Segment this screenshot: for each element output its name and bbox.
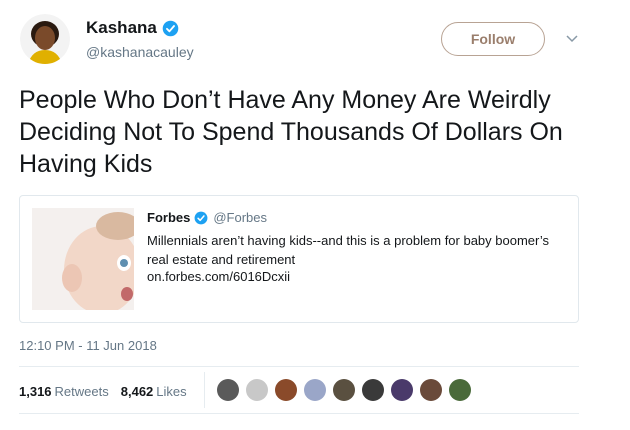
- liker-avatars: [217, 379, 478, 401]
- tweet-header: Kashana @kashanacauley Follow: [20, 14, 590, 70]
- card-link[interactable]: on.forbes.com/6016Dcxii: [147, 269, 567, 284]
- liker-avatar[interactable]: [362, 379, 384, 401]
- likes-label: Likes: [156, 383, 187, 399]
- liker-avatar[interactable]: [391, 379, 413, 401]
- retweets-count: 1,316: [19, 383, 52, 399]
- stats-divider: [204, 372, 205, 408]
- tweet-stats: 1,316 Retweets 8,462 Likes: [19, 379, 199, 403]
- card-author-handle: @Forbes: [213, 210, 268, 225]
- verified-badge-icon: [194, 211, 208, 224]
- retweets-stat[interactable]: 1,316 Retweets: [19, 384, 109, 399]
- card-thumbnail: [32, 208, 140, 314]
- divider: [19, 413, 579, 414]
- liker-avatar[interactable]: [449, 379, 471, 401]
- quoted-tweet-card[interactable]: Forbes @Forbes Millennials aren’t having…: [19, 195, 579, 323]
- liker-avatar[interactable]: [246, 379, 268, 401]
- likes-count: 8,462: [120, 383, 154, 399]
- card-author-name: Forbes: [147, 210, 191, 225]
- user-name[interactable]: Kashana: [86, 18, 157, 38]
- retweets-label: Retweets: [54, 383, 109, 399]
- user-name-row: Kashana: [86, 18, 179, 38]
- follow-button[interactable]: Follow: [441, 22, 545, 56]
- liker-avatar[interactable]: [420, 379, 442, 401]
- card-text: Millennials aren’t having kids--and this…: [147, 233, 549, 267]
- card-name-row: Forbes @Forbes: [147, 210, 567, 225]
- card-body: Forbes @Forbes Millennials aren’t having…: [147, 210, 567, 284]
- chevron-down-icon[interactable]: [564, 30, 580, 46]
- user-handle[interactable]: @kashanacauley: [86, 44, 194, 60]
- liker-avatar[interactable]: [217, 379, 239, 401]
- divider: [19, 366, 579, 367]
- liker-avatar[interactable]: [304, 379, 326, 401]
- liker-avatar[interactable]: [275, 379, 297, 401]
- tweet-timestamp[interactable]: 12:10 PM - 11 Jun 2018: [19, 338, 157, 353]
- likes-stat[interactable]: 8,462 Likes: [121, 384, 187, 399]
- tweet-text: People Who Don’t Have Any Money Are Weir…: [19, 86, 563, 178]
- liker-avatar[interactable]: [333, 379, 355, 401]
- profile-avatar[interactable]: [20, 14, 70, 64]
- verified-badge-icon: [162, 20, 179, 36]
